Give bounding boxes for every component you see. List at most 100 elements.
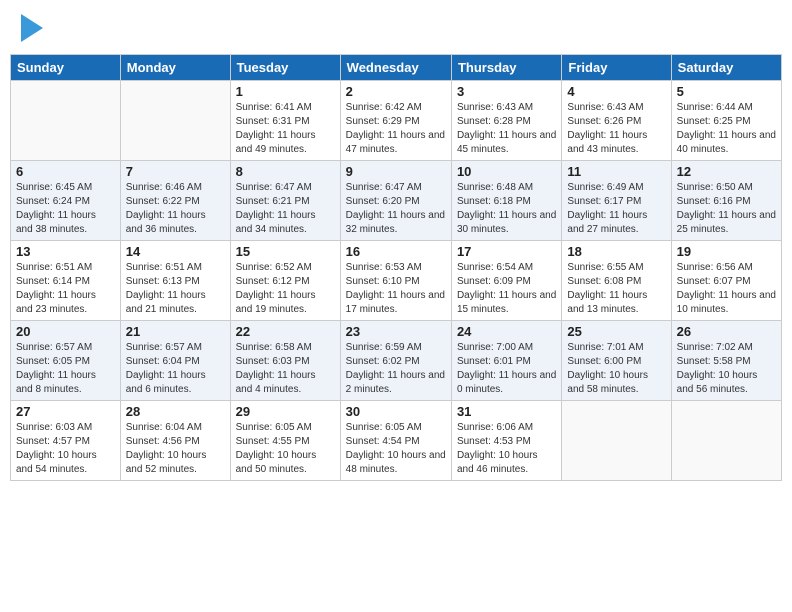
day-info: Sunrise: 6:45 AMSunset: 6:24 PMDaylight:…	[16, 181, 115, 237]
calendar-cell: 26 Sunrise: 7:02 AMSunset: 5:58 PMDayligh…	[671, 321, 781, 401]
calendar-cell: 31 Sunrise: 6:06 AMSunset: 4:53 PMDayligh…	[451, 401, 561, 481]
calendar-cell: 7Sunrise: 6:46 AMSunset: 6:22 PMDaylight…	[120, 161, 230, 241]
calendar-cell: 15 Sunrise: 6:52 AMSunset: 6:12 PMDayligh…	[230, 241, 340, 321]
calendar-cell: 6 Sunrise: 6:45 AMSunset: 6:24 PMDaylight…	[11, 161, 121, 241]
day-info: Sunrise: 7:02 AMSunset: 5:58 PMDaylight:…	[677, 341, 776, 397]
day-number: 30	[346, 404, 446, 419]
col-monday: Monday	[120, 55, 230, 81]
calendar-cell: 4 Sunrise: 6:43 AMSunset: 6:26 PMDaylight…	[562, 81, 671, 161]
day-info: Sunrise: 6:44 AMSunset: 6:25 PMDaylight:…	[677, 101, 776, 157]
calendar-week-row: 6 Sunrise: 6:45 AMSunset: 6:24 PMDaylight…	[11, 161, 782, 241]
day-info: Sunrise: 6:41 AMSunset: 6:31 PMDaylight:…	[236, 101, 335, 157]
logo	[18, 14, 43, 42]
day-info: Sunrise: 6:51 AMSunset: 6:14 PMDaylight:…	[16, 261, 115, 317]
calendar-cell: 18 Sunrise: 6:55 AMSunset: 6:08 PMDayligh…	[562, 241, 671, 321]
day-info: Sunrise: 6:05 AMSunset: 4:54 PMDaylight:…	[346, 421, 446, 477]
calendar-cell: 8 Sunrise: 6:47 AMSunset: 6:21 PMDaylight…	[230, 161, 340, 241]
calendar-week-row: 13 Sunrise: 6:51 AMSunset: 6:14 PMDayligh…	[11, 241, 782, 321]
day-info: Sunrise: 6:05 AMSunset: 4:55 PMDaylight:…	[236, 421, 335, 477]
calendar-cell: 19 Sunrise: 6:56 AMSunset: 6:07 PMDayligh…	[671, 241, 781, 321]
calendar-cell: 10Sunrise: 6:48 AMSunset: 6:18 PMDayligh…	[451, 161, 561, 241]
day-info: Sunrise: 6:04 AMSunset: 4:56 PMDaylight:…	[126, 421, 225, 477]
calendar-cell: 30 Sunrise: 6:05 AMSunset: 4:54 PMDayligh…	[340, 401, 451, 481]
calendar-cell: 23Sunrise: 6:59 AMSunset: 6:02 PMDayligh…	[340, 321, 451, 401]
calendar-cell: 1 Sunrise: 6:41 AMSunset: 6:31 PMDaylight…	[230, 81, 340, 161]
day-info: Sunrise: 7:01 AMSunset: 6:00 PMDaylight:…	[567, 341, 665, 397]
day-info: Sunrise: 6:55 AMSunset: 6:08 PMDaylight:…	[567, 261, 665, 317]
day-info: Sunrise: 6:43 AMSunset: 6:28 PMDaylight:…	[457, 101, 556, 157]
day-info: Sunrise: 6:57 AMSunset: 6:04 PMDaylight:…	[126, 341, 225, 397]
day-info: Sunrise: 6:54 AMSunset: 6:09 PMDaylight:…	[457, 261, 556, 317]
col-saturday: Saturday	[671, 55, 781, 81]
calendar-header-row: Sunday Monday Tuesday Wednesday Thursday…	[11, 55, 782, 81]
day-number: 18	[567, 244, 665, 259]
day-info: Sunrise: 6:42 AMSunset: 6:29 PMDaylight:…	[346, 101, 446, 157]
day-info: Sunrise: 6:58 AMSunset: 6:03 PMDaylight:…	[236, 341, 335, 397]
day-number: 25	[567, 324, 665, 339]
calendar-cell	[671, 401, 781, 481]
day-info: Sunrise: 6:06 AMSunset: 4:53 PMDaylight:…	[457, 421, 556, 477]
day-number: 19	[677, 244, 776, 259]
calendar-cell: 13 Sunrise: 6:51 AMSunset: 6:14 PMDayligh…	[11, 241, 121, 321]
col-wednesday: Wednesday	[340, 55, 451, 81]
calendar-cell: 9 Sunrise: 6:47 AMSunset: 6:20 PMDaylight…	[340, 161, 451, 241]
day-info: Sunrise: 6:43 AMSunset: 6:26 PMDaylight:…	[567, 101, 665, 157]
calendar-week-row: 1 Sunrise: 6:41 AMSunset: 6:31 PMDaylight…	[11, 81, 782, 161]
page-header	[10, 10, 782, 46]
calendar-cell: 14 Sunrise: 6:51 AMSunset: 6:13 PMDayligh…	[120, 241, 230, 321]
day-info: Sunrise: 6:52 AMSunset: 6:12 PMDaylight:…	[236, 261, 335, 317]
calendar-cell: 2 Sunrise: 6:42 AMSunset: 6:29 PMDaylight…	[340, 81, 451, 161]
day-number: 6	[16, 164, 115, 179]
day-number: 5	[677, 84, 776, 99]
col-thursday: Thursday	[451, 55, 561, 81]
calendar-cell: 29 Sunrise: 6:05 AMSunset: 4:55 PMDayligh…	[230, 401, 340, 481]
calendar-cell: 3 Sunrise: 6:43 AMSunset: 6:28 PMDaylight…	[451, 81, 561, 161]
day-number: 13	[16, 244, 115, 259]
day-number: 8	[236, 164, 335, 179]
day-number: 31	[457, 404, 556, 419]
day-info: Sunrise: 6:50 AMSunset: 6:16 PMDaylight:…	[677, 181, 776, 237]
day-info: Sunrise: 6:51 AMSunset: 6:13 PMDaylight:…	[126, 261, 225, 317]
day-number: 21	[126, 324, 225, 339]
calendar-cell	[11, 81, 121, 161]
day-number: 9	[346, 164, 446, 179]
day-number: 27	[16, 404, 115, 419]
day-number: 29	[236, 404, 335, 419]
day-number: 17	[457, 244, 556, 259]
day-number: 11	[567, 164, 665, 179]
day-number: 3	[457, 84, 556, 99]
day-number: 1	[236, 84, 335, 99]
calendar-cell: 21 Sunrise: 6:57 AMSunset: 6:04 PMDayligh…	[120, 321, 230, 401]
day-number: 2	[346, 84, 446, 99]
day-info: Sunrise: 7:00 AMSunset: 6:01 PMDaylight:…	[457, 341, 556, 397]
calendar-cell	[120, 81, 230, 161]
day-number: 4	[567, 84, 665, 99]
calendar-cell: 5 Sunrise: 6:44 AMSunset: 6:25 PMDaylight…	[671, 81, 781, 161]
calendar-cell: 24 Sunrise: 7:00 AMSunset: 6:01 PMDayligh…	[451, 321, 561, 401]
day-number: 26	[677, 324, 776, 339]
day-info: Sunrise: 6:57 AMSunset: 6:05 PMDaylight:…	[16, 341, 115, 397]
day-number: 28	[126, 404, 225, 419]
calendar-cell: 25 Sunrise: 7:01 AMSunset: 6:00 PMDayligh…	[562, 321, 671, 401]
day-info: Sunrise: 6:47 AMSunset: 6:20 PMDaylight:…	[346, 181, 446, 237]
calendar-cell: 28 Sunrise: 6:04 AMSunset: 4:56 PMDayligh…	[120, 401, 230, 481]
day-number: 16	[346, 244, 446, 259]
day-info: Sunrise: 6:49 AMSunset: 6:17 PMDaylight:…	[567, 181, 665, 237]
calendar-cell: 22Sunrise: 6:58 AMSunset: 6:03 PMDayligh…	[230, 321, 340, 401]
calendar-cell: 16Sunrise: 6:53 AMSunset: 6:10 PMDayligh…	[340, 241, 451, 321]
calendar-week-row: 20 Sunrise: 6:57 AMSunset: 6:05 PMDayligh…	[11, 321, 782, 401]
day-info: Sunrise: 6:03 AMSunset: 4:57 PMDaylight:…	[16, 421, 115, 477]
day-number: 20	[16, 324, 115, 339]
day-number: 7	[126, 164, 225, 179]
col-tuesday: Tuesday	[230, 55, 340, 81]
day-number: 12	[677, 164, 776, 179]
day-number: 15	[236, 244, 335, 259]
day-info: Sunrise: 6:48 AMSunset: 6:18 PMDaylight:…	[457, 181, 556, 237]
day-number: 14	[126, 244, 225, 259]
day-number: 24	[457, 324, 556, 339]
calendar-cell: 11 Sunrise: 6:49 AMSunset: 6:17 PMDayligh…	[562, 161, 671, 241]
calendar-cell: 20 Sunrise: 6:57 AMSunset: 6:05 PMDayligh…	[11, 321, 121, 401]
day-info: Sunrise: 6:56 AMSunset: 6:07 PMDaylight:…	[677, 261, 776, 317]
col-sunday: Sunday	[11, 55, 121, 81]
day-info: Sunrise: 6:47 AMSunset: 6:21 PMDaylight:…	[236, 181, 335, 237]
